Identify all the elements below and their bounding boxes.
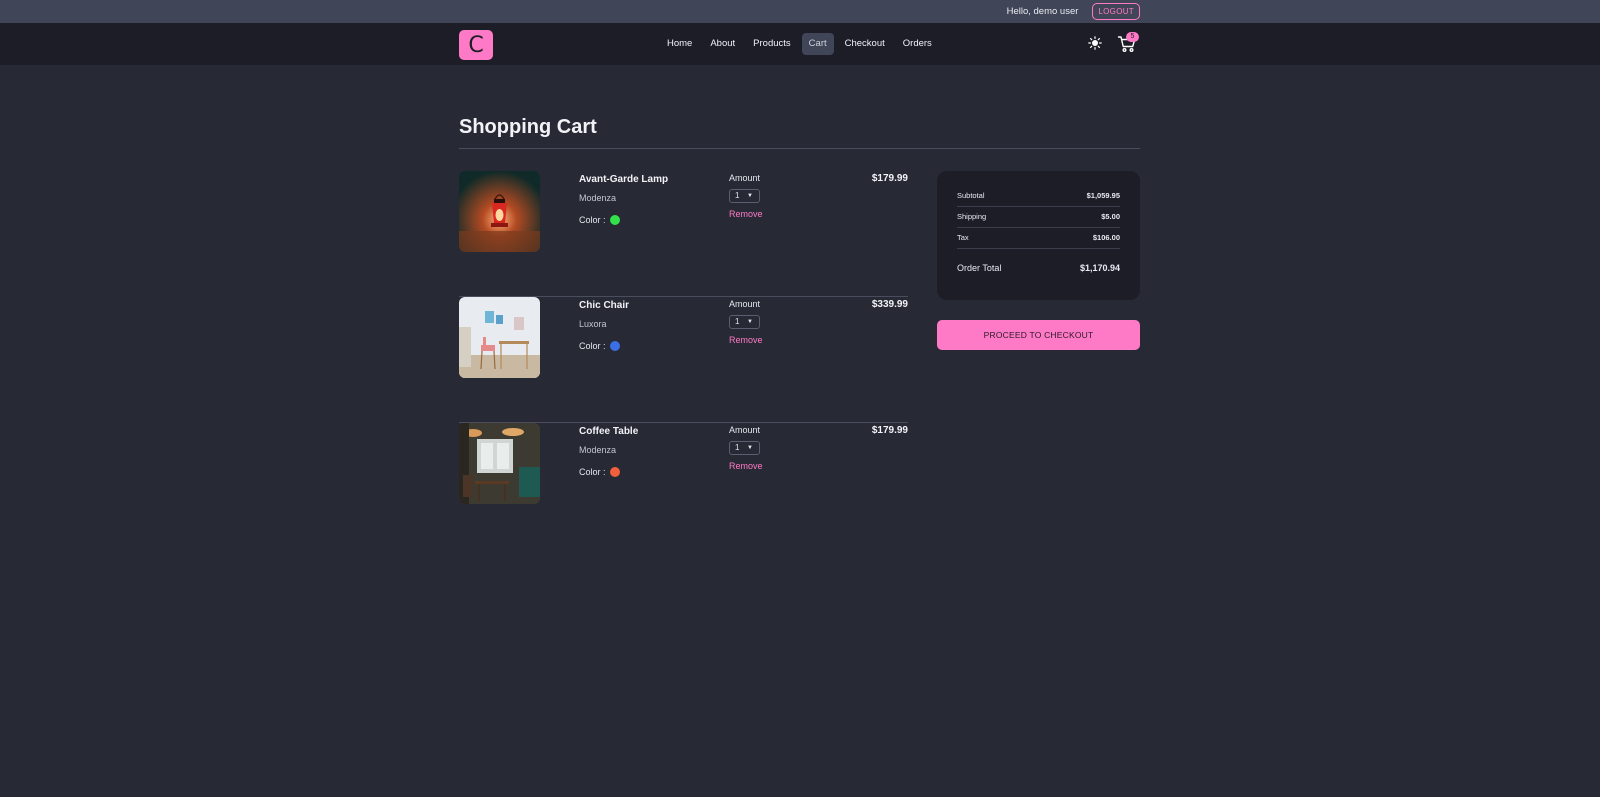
item-color-label: Color : (579, 341, 606, 351)
amount-select[interactable]: 1 ▼ (729, 441, 760, 455)
order-total-value: $1,170.94 (1079, 263, 1120, 273)
product-image-chair (459, 297, 540, 378)
tax-label: Tax (957, 233, 969, 242)
item-price: $179.99 (871, 173, 908, 184)
nav-link-checkout[interactable]: Checkout (838, 33, 892, 55)
shipping-label: Shipping (957, 212, 987, 221)
amount-value: 1 (735, 443, 740, 452)
amount-label: Amount (729, 425, 761, 435)
item-color-label: Color : (579, 467, 606, 477)
item-name[interactable]: Coffee Table (579, 426, 638, 437)
chevron-down-icon: ▼ (747, 445, 753, 451)
product-image-coffee-table (459, 423, 540, 504)
item-color-swatch (610, 341, 620, 351)
user-greeting: Hello, demo user (1006, 6, 1079, 17)
remove-button[interactable]: Remove (729, 209, 763, 219)
item-brand: Luxora (579, 319, 607, 329)
subtotal-value: $1,059.95 (1086, 191, 1120, 200)
summary-divider (957, 227, 1120, 228)
amount-value: 1 (735, 191, 740, 200)
amount-select[interactable]: 1 ▼ (729, 189, 760, 203)
nav-link-home[interactable]: Home (660, 33, 699, 55)
order-summary: Subtotal $1,059.95 Shipping $5.00 Tax $1… (937, 171, 1140, 300)
item-name[interactable]: Avant-Garde Lamp (579, 174, 668, 185)
nav-link-cart[interactable]: Cart (801, 33, 834, 55)
item-price: $339.99 (871, 299, 908, 310)
item-name[interactable]: Chic Chair (579, 300, 629, 311)
item-price: $179.99 (871, 425, 908, 436)
title-divider (459, 148, 1140, 149)
amount-select[interactable]: 1 ▼ (729, 315, 760, 329)
item-brand: Modenza (579, 193, 617, 203)
summary-row-tax: Tax $106.00 (957, 233, 1120, 242)
tax-value: $106.00 (1092, 233, 1120, 242)
amount-label: Amount (729, 173, 761, 183)
nav-link-orders[interactable]: Orders (896, 33, 939, 55)
summary-divider (957, 206, 1120, 207)
proceed-to-checkout-button[interactable]: PROCEED TO CHECKOUT (937, 320, 1140, 350)
order-total-label: Order Total (957, 263, 1002, 273)
item-color-swatch (610, 467, 620, 477)
chevron-down-icon: ▼ (747, 193, 753, 199)
amount-value: 1 (735, 317, 740, 326)
nav-link-about[interactable]: About (703, 33, 742, 55)
remove-button[interactable]: Remove (729, 335, 763, 345)
summary-row-total: Order Total $1,170.94 (957, 263, 1120, 273)
item-color-label: Color : (579, 215, 606, 225)
cart-item: Avant-Garde Lamp Modenza Color : Amount … (459, 171, 908, 297)
cart-item: Chic Chair Luxora Color : Amount 1 ▼ Rem… (459, 297, 908, 423)
shipping-value: $5.00 (1101, 212, 1120, 221)
amount-label: Amount (729, 299, 761, 309)
chevron-down-icon: ▼ (747, 319, 753, 325)
cart-item: Coffee Table Modenza Color : Amount 1 ▼ … (459, 423, 908, 549)
sun-icon[interactable] (1088, 36, 1102, 50)
navbar: C Home About Products Cart Checkout Orde… (0, 23, 1600, 65)
item-color-swatch (610, 215, 620, 225)
product-image-lamp (459, 171, 540, 252)
nav-link-products[interactable]: Products (746, 33, 798, 55)
logout-button[interactable]: LOGOUT (1092, 3, 1140, 20)
logo[interactable]: C (459, 30, 493, 60)
subtotal-label: Subtotal (957, 191, 985, 200)
nav-links: Home About Products Cart Checkout Orders (660, 33, 939, 55)
summary-row-shipping: Shipping $5.00 (957, 212, 1120, 221)
summary-row-subtotal: Subtotal $1,059.95 (957, 191, 1120, 200)
remove-button[interactable]: Remove (729, 461, 763, 471)
page-title: Shopping Cart (459, 116, 597, 138)
cart-count-badge: 5 (1126, 32, 1139, 42)
top-bar: Hello, demo user LOGOUT (0, 0, 1600, 23)
summary-divider (957, 248, 1120, 249)
item-brand: Modenza (579, 445, 617, 455)
